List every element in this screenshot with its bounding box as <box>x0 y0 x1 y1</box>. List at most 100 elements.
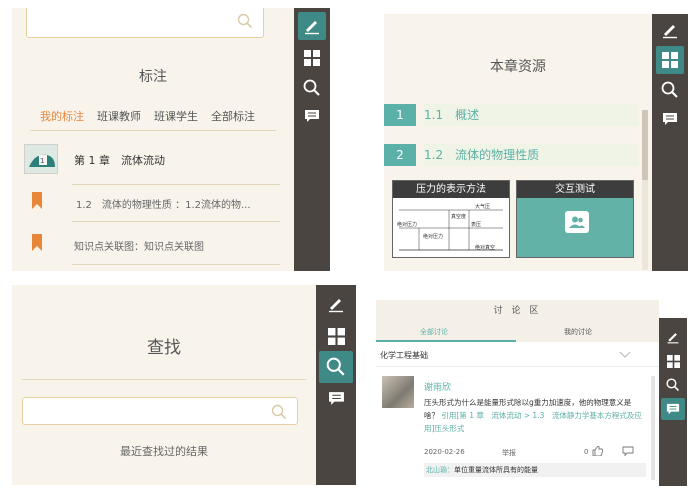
annotate-button[interactable] <box>321 289 351 319</box>
like-icon[interactable] <box>592 446 603 456</box>
discussion-button[interactable] <box>661 398 685 420</box>
reply-author[interactable]: 北山瑜： <box>426 466 454 474</box>
scrollbar[interactable] <box>642 110 648 270</box>
scrollbar-thumb[interactable] <box>642 110 648 180</box>
pen-icon <box>329 299 343 313</box>
tab-my-annotations[interactable]: 我的标注 <box>40 108 84 124</box>
course-selector[interactable]: 化学工程基础 <box>380 350 428 361</box>
people-icon <box>565 211 589 233</box>
avatar[interactable] <box>382 376 414 408</box>
discussion-button[interactable] <box>321 385 351 413</box>
card-header: 压力的表示方法 <box>393 181 509 198</box>
interactive-test-card[interactable]: 交互测试 <box>516 180 634 258</box>
divider <box>72 264 280 265</box>
resources-button[interactable] <box>298 44 326 72</box>
resource-label: 1.2 流体的物理性质 <box>424 144 638 166</box>
pressure-diagram-card[interactable]: 压力的表示方法 大气压 真空度 绝对压力 表压 绝对压力 绝对真空 <box>392 180 510 258</box>
tab-teacher-annotations[interactable]: 班课教师 <box>97 108 141 124</box>
active-tab-indicator <box>376 340 516 342</box>
resource-row-2[interactable]: 2 1.2 流体的物理性质 <box>384 144 652 166</box>
pen-icon <box>667 333 679 344</box>
post-author[interactable]: 谢雨欣 <box>424 380 451 393</box>
post-body: 压头形式为什么是能量形式除以g重力加速度，他的物理意义是啥？ 引用[第 1 章 … <box>424 396 646 435</box>
pen-icon <box>663 25 677 39</box>
grid-icon <box>327 327 345 345</box>
tabs-divider <box>30 130 276 131</box>
svg-text:1: 1 <box>40 157 44 165</box>
chapter-row[interactable]: 1 第 1 章 流体流动 <box>24 144 284 176</box>
resources-title: 本章资源 <box>490 59 546 75</box>
discussion-button[interactable] <box>656 106 684 132</box>
search-button[interactable] <box>662 374 684 396</box>
card-header: 交互测试 <box>517 181 633 198</box>
message-icon <box>305 109 319 122</box>
diagram-label: 真空度 <box>451 214 467 220</box>
resource-label: 1.1 概述 <box>424 104 638 126</box>
annotate-button[interactable] <box>662 326 684 348</box>
bookmark-icon <box>32 234 42 251</box>
resources-panel: 本章资源 1 1.1 概述 2 1.2 流体的物理性质 压力的表示方法 大气压 … <box>384 14 652 271</box>
search-icon <box>326 357 345 376</box>
resources-button[interactable] <box>662 350 684 372</box>
divider <box>22 379 306 380</box>
message-icon <box>666 403 680 414</box>
annotations-panel: 标注 我的标注 班课教师 班课学生 全部标注 1 第 1 章 流体流动 1.2 … <box>12 8 294 271</box>
diagram-label: 表压 <box>471 222 482 228</box>
annotate-button[interactable] <box>298 12 326 40</box>
search-icon <box>661 81 678 98</box>
search-icon <box>271 404 287 420</box>
resource-number: 2 <box>384 144 416 166</box>
divider <box>376 366 659 367</box>
chapter-thumbnail: 1 <box>24 144 58 174</box>
discussion-title: 讨 论 区 <box>376 300 659 322</box>
resources-button[interactable] <box>321 321 351 351</box>
search-panel: 查找 最近查找过的结果 <box>12 285 316 485</box>
search-button[interactable] <box>298 74 326 102</box>
discussion-panel: 讨 论 区 全部讨论 我的讨论 化学工程基础 谢雨欣 压头形式为什么是能量形式除… <box>376 300 659 486</box>
search-title: 查找 <box>147 338 181 358</box>
recent-results-label: 最近查找过的结果 <box>120 445 208 458</box>
report-link[interactable]: 举报 <box>502 448 516 458</box>
search-input[interactable] <box>22 397 298 425</box>
chapter-title: 第 1 章 流体流动 <box>74 154 165 167</box>
discussion-tabs: 全部讨论 我的讨论 <box>376 322 659 342</box>
chevron-down-icon[interactable] <box>619 351 631 358</box>
annotation-note-1[interactable]: 1.2 流体的物理性质 ：1.2流体的物... <box>76 196 251 211</box>
message-icon <box>663 112 677 125</box>
tab-all-discussions[interactable]: 全部讨论 <box>420 327 448 337</box>
pen-icon <box>305 21 319 35</box>
divider <box>72 184 280 185</box>
toolbar-rail-2 <box>652 14 688 271</box>
divider <box>72 221 280 222</box>
discussion-button[interactable] <box>298 103 326 129</box>
tab-my-discussions[interactable]: 我的讨论 <box>564 327 592 337</box>
search-icon <box>237 13 253 29</box>
resource-number: 1 <box>384 104 416 126</box>
annotations-title: 标注 <box>139 69 167 85</box>
tab-student-annotations[interactable]: 班课学生 <box>154 108 198 124</box>
tab-all-annotations[interactable]: 全部标注 <box>211 108 255 124</box>
search-icon <box>303 79 320 96</box>
scrollbar[interactable] <box>651 376 655 480</box>
reply-text: 单位重量流体所具有的能量 <box>454 466 538 474</box>
toolbar-rail-1 <box>294 8 330 271</box>
toolbar-rail-3 <box>316 285 356 485</box>
bookmark-icon <box>32 192 42 209</box>
resource-row-1[interactable]: 1 1.1 概述 <box>384 104 652 126</box>
annotation-note-2[interactable]: 知识点关联图：知识点关联图 <box>74 238 204 253</box>
diagram-label: 绝对压力 <box>397 222 418 228</box>
annotate-button[interactable] <box>656 16 684 44</box>
comment-icon[interactable] <box>622 446 634 456</box>
annotations-search-input[interactable] <box>26 8 264 38</box>
resources-button[interactable] <box>656 46 684 74</box>
search-button[interactable] <box>319 351 353 383</box>
message-icon <box>328 392 344 405</box>
post-date: 2020-02-26 <box>424 448 465 456</box>
grid-icon <box>304 50 320 66</box>
search-icon <box>666 378 679 391</box>
post-reference[interactable]: 引用[第 1 章 流体流动 > 1.3 流体静力学基本方程式及应用]压头形式 <box>424 411 642 433</box>
annotations-tabs: 我的标注 班课教师 班课学生 全部标注 <box>40 108 255 124</box>
diagram-label: 大气压 <box>475 204 491 210</box>
search-button[interactable] <box>656 76 684 104</box>
like-count: 0 <box>584 448 589 456</box>
